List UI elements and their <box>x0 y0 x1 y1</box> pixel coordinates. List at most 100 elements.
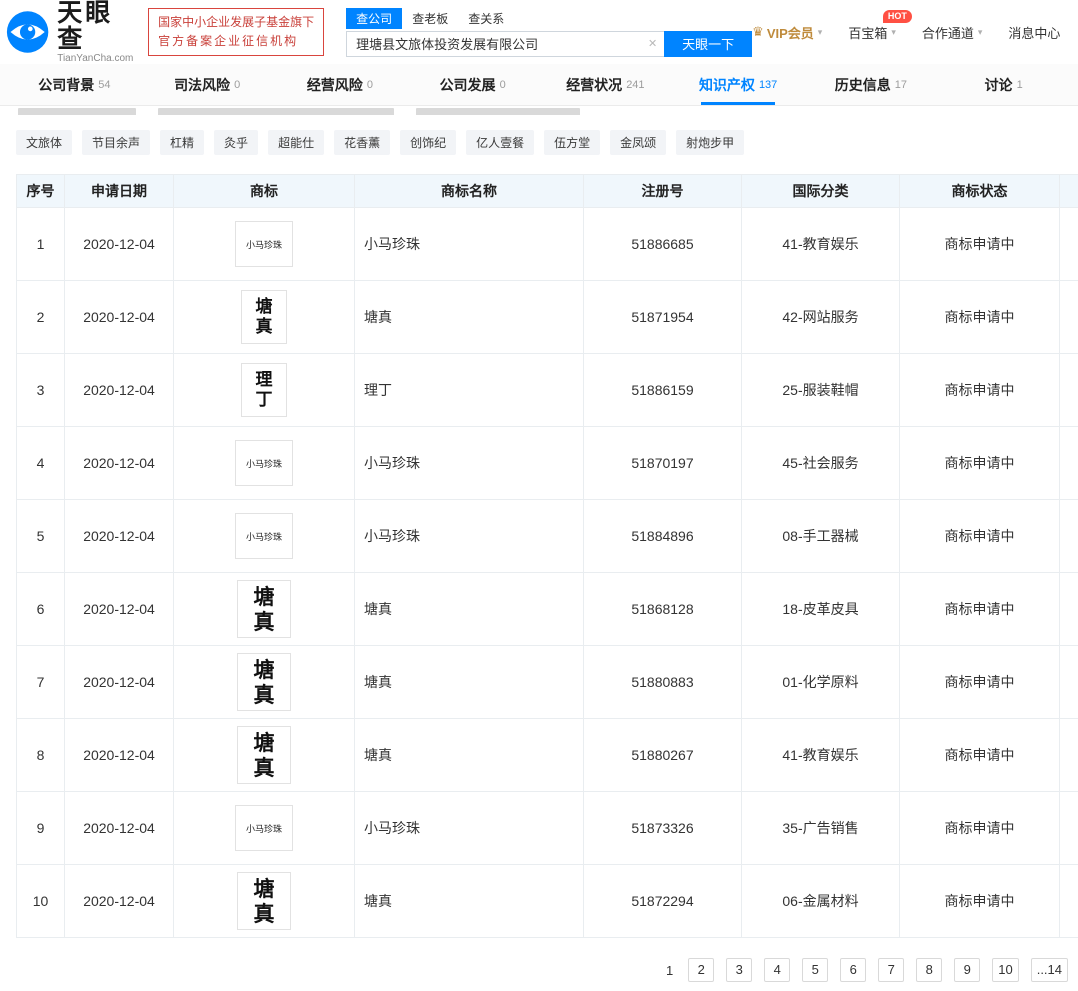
cell-mark-name: 塘真 <box>355 719 584 792</box>
nav-tab-3[interactable]: 公司发展0 <box>406 64 539 105</box>
cell-extra <box>1060 281 1078 354</box>
nav-tab-1[interactable]: 司法风险0 <box>141 64 274 105</box>
cell-index: 2 <box>17 281 65 354</box>
cell-registration-no: 51873326 <box>584 792 742 865</box>
certification-badge: 国家中小企业发展子基金旗下 官方备案企业征信机构 <box>148 8 324 55</box>
nav-tab-5[interactable]: 知识产权137 <box>672 64 805 105</box>
trademark-name-filters: 文旅体节目余声杠精灸乎超能仕花香薰创饰纪亿人壹餐伍方堂金凤颂射炮步甲 <box>0 115 1078 167</box>
search-scope-tab-2[interactable]: 查关系 <box>458 8 514 29</box>
vip-member[interactable]: ♛VIP会员▾ <box>752 23 822 42</box>
nav-tab-4[interactable]: 经营状况241 <box>539 64 672 105</box>
search-input[interactable] <box>346 31 664 57</box>
cell-extra <box>1060 646 1078 719</box>
trademark-image[interactable]: 塘真 <box>237 653 291 711</box>
pagination-page-4[interactable]: 4 <box>764 958 790 982</box>
pagination-page-9[interactable]: 9 <box>954 958 980 982</box>
filter-tag-4[interactable]: 超能仕 <box>268 130 324 155</box>
clear-input-icon[interactable]: ✕ <box>648 37 657 50</box>
trademark-image-char: 真 <box>256 317 273 337</box>
cell-intl-class: 08-手工器械 <box>742 500 900 573</box>
trademark-image-char: 真 <box>254 609 275 634</box>
nav-tab-count: 241 <box>626 79 644 91</box>
cell-mark-name: 塘真 <box>355 865 584 938</box>
table-head-row: 序号申请日期商标商标名称注册号国际分类商标状态 <box>17 175 1078 208</box>
pagination-page-2[interactable]: 2 <box>688 958 714 982</box>
table-row: 12020-12-04小马珍珠小马珍珠5188668541-教育娱乐商标申请中 <box>17 208 1078 281</box>
cell-index: 10 <box>17 865 65 938</box>
tianyancha-logo[interactable]: 天眼查 TianYanCha.com <box>6 0 136 65</box>
pagination-page-3[interactable]: 3 <box>726 958 752 982</box>
cell-apply-date: 2020-12-04 <box>65 281 174 354</box>
nav-tab-2[interactable]: 经营风险0 <box>274 64 407 105</box>
nav-tab-count: 54 <box>98 79 110 91</box>
cell-index: 1 <box>17 208 65 281</box>
filter-tag-6[interactable]: 创饰纪 <box>400 130 456 155</box>
search-tabs: 查公司查老板查关系 <box>346 8 752 29</box>
cooperation-channel[interactable]: 合作通道▾ <box>922 23 983 42</box>
trademark-image[interactable]: 塘真 <box>237 872 291 930</box>
cell-registration-no: 51870197 <box>584 427 742 500</box>
section-nav: 公司背景54司法风险0经营风险0公司发展0经营状况241知识产权137历史信息1… <box>0 64 1078 106</box>
cell-apply-date: 2020-12-04 <box>65 792 174 865</box>
filter-tag-7[interactable]: 亿人壹餐 <box>466 130 534 155</box>
column-header-0: 序号 <box>17 175 65 208</box>
cell-mark-image: 塘真 <box>174 865 355 938</box>
pagination-page-6[interactable]: 6 <box>840 958 866 982</box>
filter-tag-1[interactable]: 节目余声 <box>82 130 150 155</box>
cell-mark-image: 塘真 <box>174 573 355 646</box>
cell-intl-class: 25-服装鞋帽 <box>742 354 900 427</box>
column-header-6: 商标状态 <box>900 175 1060 208</box>
cell-status: 商标申请中 <box>900 646 1060 719</box>
treasure-box[interactable]: 百宝箱▾HOT <box>848 23 896 42</box>
pagination-page-10[interactable]: 10 <box>992 958 1018 982</box>
nav-tab-label: 公司发展 <box>440 75 496 95</box>
trademark-image-char: 理 <box>256 370 273 390</box>
trademark-image[interactable]: 塘真 <box>237 726 291 784</box>
table-row: 22020-12-04塘真塘真5187195442-网站服务商标申请中 <box>17 281 1078 354</box>
cell-mark-image: 塘真 <box>174 646 355 719</box>
message-center[interactable]: 消息中心 <box>1008 23 1060 42</box>
search-scope-tab-0[interactable]: 查公司 <box>346 8 402 29</box>
trademark-image[interactable]: 小马珍珠 <box>235 805 293 851</box>
nav-tab-count: 17 <box>895 79 907 91</box>
search-scope-tab-1[interactable]: 查老板 <box>402 8 458 29</box>
search-box: 查公司查老板查关系 ✕ 天眼一下 <box>346 8 752 57</box>
filter-tag-5[interactable]: 花香薰 <box>334 130 390 155</box>
cell-extra <box>1060 500 1078 573</box>
filter-tag-3[interactable]: 灸乎 <box>214 130 258 155</box>
treasure-box-label: 百宝箱 <box>848 23 887 42</box>
trademark-image[interactable]: 塘真 <box>237 580 291 638</box>
nav-tab-count: 0 <box>234 79 240 91</box>
filter-tag-2[interactable]: 杠精 <box>160 130 204 155</box>
nav-tab-6[interactable]: 历史信息 17 <box>805 64 938 105</box>
cell-index: 4 <box>17 427 65 500</box>
filter-tag-10[interactable]: 射炮步甲 <box>676 130 744 155</box>
cell-extra <box>1060 427 1078 500</box>
trademark-image[interactable]: 塘真 <box>241 290 287 344</box>
filter-tag-8[interactable]: 伍方堂 <box>544 130 600 155</box>
nav-tab-label: 历史信息 <box>835 75 891 95</box>
cell-mark-name: 小马珍珠 <box>355 208 584 281</box>
cell-index: 6 <box>17 573 65 646</box>
trademark-image[interactable]: 小马珍珠 <box>235 221 293 267</box>
filter-tag-0[interactable]: 文旅体 <box>16 130 72 155</box>
pagination-page-5[interactable]: 5 <box>802 958 828 982</box>
trademark-image[interactable]: 小马珍珠 <box>235 513 293 559</box>
pagination-page-last-14[interactable]: ...14 <box>1031 958 1068 982</box>
filter-tag-9[interactable]: 金凤颂 <box>610 130 666 155</box>
cell-index: 3 <box>17 354 65 427</box>
top-bar: 天眼查 TianYanCha.com 国家中小企业发展子基金旗下 官方备案企业征… <box>0 0 1078 64</box>
trademark-image[interactable]: 小马珍珠 <box>235 440 293 486</box>
pagination-page-8[interactable]: 8 <box>916 958 942 982</box>
search-button[interactable]: 天眼一下 <box>664 31 752 57</box>
nav-tab-7[interactable]: 讨论1 <box>937 64 1070 105</box>
nav-tab-0[interactable]: 公司背景54 <box>8 64 141 105</box>
cell-extra <box>1060 354 1078 427</box>
pagination-page-7[interactable]: 7 <box>878 958 904 982</box>
clipped-fragment <box>18 108 136 115</box>
table-row: 32020-12-04理丁理丁5188615925-服装鞋帽商标申请中 <box>17 354 1078 427</box>
cell-mark-image: 理丁 <box>174 354 355 427</box>
trademark-image-char: 真 <box>254 901 275 926</box>
cell-status: 商标申请中 <box>900 427 1060 500</box>
trademark-image[interactable]: 理丁 <box>241 363 287 417</box>
